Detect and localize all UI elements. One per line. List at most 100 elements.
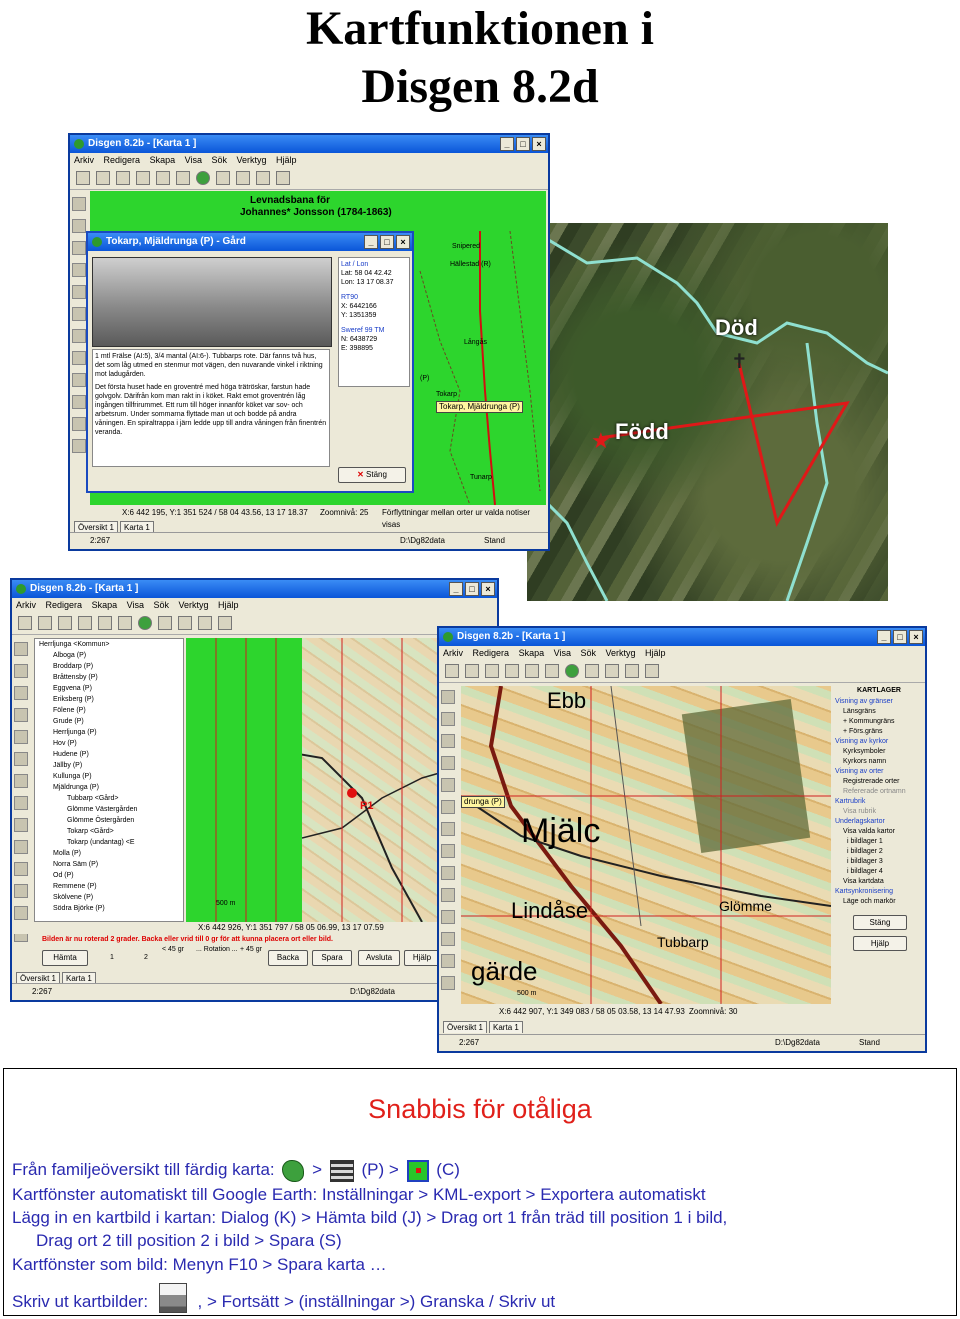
menu-skapa[interactable]: Skapa	[150, 155, 176, 165]
menu-sok[interactable]: Sök	[580, 648, 596, 658]
tree-item[interactable]: Alboga (P)	[39, 650, 183, 661]
undo-icon[interactable]	[198, 616, 212, 630]
tool-icon[interactable]	[14, 708, 28, 722]
tab-karta[interactable]: Karta 1	[489, 1021, 523, 1033]
kartlager-close-button[interactable]: Stäng	[853, 915, 907, 930]
kartlager-option[interactable]: + Förs.gräns	[835, 727, 923, 737]
fetch-image-button[interactable]: Hämta	[42, 950, 88, 966]
tool-icon[interactable]	[441, 822, 455, 836]
menu-visa[interactable]: Visa	[127, 600, 144, 610]
tree-item[interactable]: Tokarp <Gård>	[39, 826, 183, 837]
tool-icon[interactable]	[72, 307, 86, 321]
menu-sok[interactable]: Sök	[153, 600, 169, 610]
close-dialog-button[interactable]: ✕ Stäng	[338, 467, 406, 483]
tree-item[interactable]: Tokarp (undantag) <E	[39, 837, 183, 848]
menu-hjalp[interactable]: Hjälp	[276, 155, 297, 165]
tool-icon[interactable]	[72, 373, 86, 387]
book-icon[interactable]	[98, 616, 112, 630]
tool-icon[interactable]	[441, 712, 455, 726]
tool-icon[interactable]	[441, 910, 455, 924]
rotate-right[interactable]: + 45 gr	[240, 946, 262, 953]
menu-visa[interactable]: Visa	[554, 648, 571, 658]
tool-icon[interactable]	[14, 796, 28, 810]
close-button[interactable]: ×	[909, 630, 923, 644]
book-icon[interactable]	[156, 171, 170, 185]
tool-icon[interactable]	[72, 263, 86, 277]
maximize-button[interactable]: □	[380, 235, 394, 249]
kartlager-option[interactable]: Refererade ortnamn	[835, 787, 923, 797]
layout-icon[interactable]	[216, 171, 230, 185]
menu-hjalp[interactable]: Hjälp	[645, 648, 666, 658]
help-button[interactable]: Hjälp	[404, 950, 440, 966]
kartlager-option[interactable]: Läge och markör	[835, 897, 923, 907]
tool-icon[interactable]	[72, 329, 86, 343]
kartlager-help-button[interactable]: Hjälp	[853, 936, 907, 951]
tool-icon[interactable]	[441, 734, 455, 748]
tool-icon[interactable]	[72, 219, 86, 233]
kartlager-option[interactable]: i bildlager 1	[835, 837, 923, 847]
kartlager-option[interactable]: Visa kartdata	[835, 877, 923, 887]
print-icon[interactable]	[445, 664, 459, 678]
tree-item[interactable]: Jällby (P)	[39, 760, 183, 771]
tool-icon[interactable]	[441, 800, 455, 814]
window-icon[interactable]	[236, 171, 250, 185]
tool-icon[interactable]	[441, 690, 455, 704]
print-icon[interactable]	[18, 616, 32, 630]
map-icon[interactable]	[138, 616, 152, 630]
tool-icon[interactable]	[14, 906, 28, 920]
tool-icon[interactable]	[72, 197, 86, 211]
minimize-button[interactable]: _	[364, 235, 378, 249]
tool-icon[interactable]	[441, 756, 455, 770]
tree-item[interactable]: Eggvena (P)	[39, 683, 183, 694]
minimize-button[interactable]: _	[449, 582, 463, 596]
kartlager-option[interactable]: i bildlager 2	[835, 847, 923, 857]
maximize-button[interactable]: □	[893, 630, 907, 644]
tree-item[interactable]: Kullunga (P)	[39, 771, 183, 782]
kartlager-option[interactable]: Kyrksymboler	[835, 747, 923, 757]
edit-icon[interactable]	[136, 171, 150, 185]
layout-icon[interactable]	[585, 664, 599, 678]
menu-skapa[interactable]: Skapa	[92, 600, 118, 610]
save-button[interactable]: Spara	[312, 950, 352, 966]
menu-verktyg[interactable]: Verktyg	[237, 155, 267, 165]
tool-icon[interactable]	[14, 686, 28, 700]
close-button[interactable]: ×	[481, 582, 495, 596]
tree-item[interactable]: Hov (P)	[39, 738, 183, 749]
tree-item[interactable]: Tubbarp <Gård>	[39, 793, 183, 804]
tree-item[interactable]: Skölvene (P)	[39, 892, 183, 903]
tool-icon[interactable]	[72, 395, 86, 409]
tool-icon[interactable]	[441, 932, 455, 946]
exit-button[interactable]: Avsluta	[358, 950, 400, 966]
home-icon[interactable]	[545, 664, 559, 678]
maximize-button[interactable]: □	[516, 137, 530, 151]
tree-item[interactable]: Molla (P)	[39, 848, 183, 859]
person-icon[interactable]	[96, 171, 110, 185]
person-icon[interactable]	[465, 664, 479, 678]
home-icon[interactable]	[118, 616, 132, 630]
kartlager-option[interactable]: Registrerade orter	[835, 777, 923, 787]
tree-item[interactable]: Södra Björke (P)	[39, 903, 183, 914]
home-icon[interactable]	[176, 171, 190, 185]
help-icon[interactable]	[645, 664, 659, 678]
book-icon[interactable]	[525, 664, 539, 678]
menu-arkiv[interactable]: Arkiv	[74, 155, 94, 165]
map-icon[interactable]	[565, 664, 579, 678]
tree-item[interactable]: Glömme Västergården	[39, 804, 183, 815]
menu-redigera[interactable]: Redigera	[46, 600, 83, 610]
help-icon[interactable]	[218, 616, 232, 630]
maximize-button[interactable]: □	[465, 582, 479, 596]
tree-item[interactable]: Fölene (P)	[39, 705, 183, 716]
tree-item[interactable]: Remmene (P)	[39, 881, 183, 892]
kartlager-option[interactable]: Visa valda kartor	[835, 827, 923, 837]
menu-redigera[interactable]: Redigera	[473, 648, 510, 658]
tree-item[interactable]: Herrljunga (P)	[39, 727, 183, 738]
window-icon[interactable]	[605, 664, 619, 678]
menu-visa[interactable]: Visa	[185, 155, 202, 165]
kartlager-option[interactable]: Visa rubrik	[835, 807, 923, 817]
tree-item[interactable]: Herrljunga <Kommun>	[39, 639, 183, 650]
kartlager-option[interactable]: + Kommungräns	[835, 717, 923, 727]
tool-icon[interactable]	[441, 866, 455, 880]
window-2-map-green[interactable]: 500 m	[186, 638, 302, 922]
menu-redigera[interactable]: Redigera	[104, 155, 141, 165]
print-icon[interactable]	[76, 171, 90, 185]
